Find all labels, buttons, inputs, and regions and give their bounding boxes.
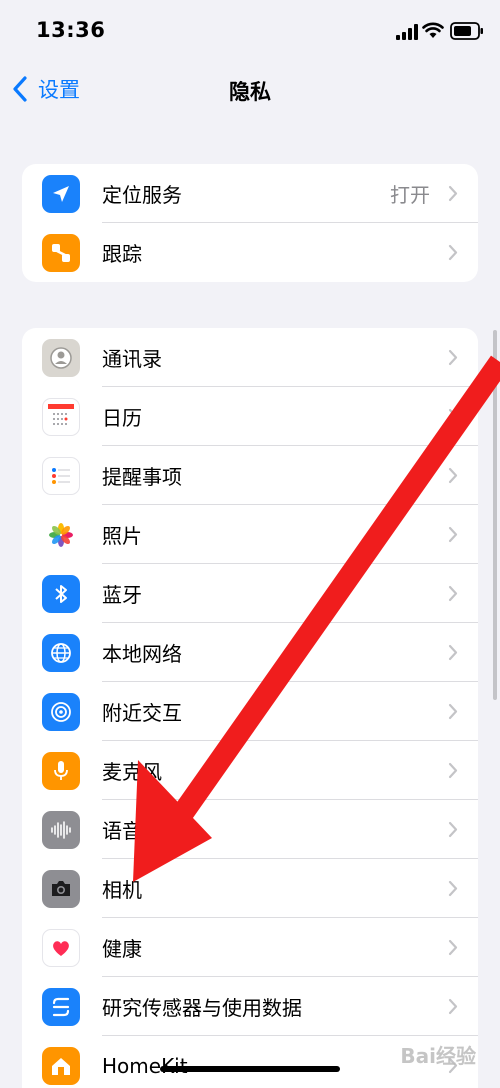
row-label: 定位服务 xyxy=(102,183,182,207)
row-calendar[interactable]: 日历 xyxy=(22,387,478,446)
status-time: 13:36 xyxy=(36,18,106,42)
microphone-icon xyxy=(42,752,80,790)
chevron-right-icon xyxy=(448,762,458,779)
reminders-icon xyxy=(42,457,80,495)
chevron-right-icon xyxy=(448,644,458,661)
chevron-right-icon xyxy=(448,408,458,425)
chevron-right-icon xyxy=(448,880,458,897)
camera-icon xyxy=(42,870,80,908)
row-nearby-interactions[interactable]: 附近交互 xyxy=(22,682,478,741)
row-health[interactable]: 健康 xyxy=(22,918,478,977)
row-label: 提醒事项 xyxy=(102,465,182,489)
row-camera[interactable]: 相机 xyxy=(22,859,478,918)
row-label: 相机 xyxy=(102,878,142,902)
row-label: 照片 xyxy=(102,524,142,548)
research-icon xyxy=(42,988,80,1026)
row-label: 健康 xyxy=(102,937,142,961)
status-bar: 13:36 xyxy=(0,0,500,60)
row-label: 蓝牙 xyxy=(102,583,142,607)
navigation-bar: 设置 隐私 xyxy=(0,62,500,116)
row-microphone[interactable]: 麦克风 xyxy=(22,741,478,800)
home-icon xyxy=(42,1047,80,1085)
row-tracking[interactable]: 跟踪 xyxy=(22,223,478,282)
row-speech-recognition[interactable]: 语音识别 xyxy=(22,800,478,859)
calendar-icon xyxy=(42,398,80,436)
wifi-icon xyxy=(422,22,444,38)
heart-icon xyxy=(42,929,80,967)
chevron-right-icon xyxy=(448,585,458,602)
row-label: 附近交互 xyxy=(102,701,182,725)
row-local-network[interactable]: 本地网络 xyxy=(22,623,478,682)
settings-group-location: 定位服务 打开 跟踪 xyxy=(22,164,478,282)
battery-icon xyxy=(450,22,483,40)
cellular-signal-icon xyxy=(396,24,418,40)
chevron-right-icon xyxy=(448,703,458,720)
page-title: 隐私 xyxy=(229,80,271,104)
row-label: 研究传感器与使用数据 xyxy=(102,996,302,1020)
scroll-indicator[interactable] xyxy=(493,330,497,700)
photos-icon xyxy=(42,516,80,554)
home-indicator[interactable] xyxy=(160,1066,340,1072)
chevron-right-icon xyxy=(448,998,458,1015)
row-label: 日历 xyxy=(102,406,142,430)
chevron-right-icon xyxy=(448,526,458,543)
chevron-right-icon xyxy=(448,244,458,261)
bluetooth-icon xyxy=(42,575,80,613)
watermark: Bai经验 xyxy=(400,1044,476,1068)
location-arrow-icon xyxy=(42,175,80,213)
row-label: 本地网络 xyxy=(102,642,182,666)
row-reminders[interactable]: 提醒事项 xyxy=(22,446,478,505)
row-label: 通讯录 xyxy=(102,347,162,371)
row-value: 打开 xyxy=(390,183,430,207)
waveform-icon xyxy=(42,811,80,849)
row-location-services[interactable]: 定位服务 打开 xyxy=(22,164,478,223)
chevron-right-icon xyxy=(448,467,458,484)
nearby-icon xyxy=(42,693,80,731)
row-research-sensor[interactable]: 研究传感器与使用数据 xyxy=(22,977,478,1036)
row-bluetooth[interactable]: 蓝牙 xyxy=(22,564,478,623)
row-label: 跟踪 xyxy=(102,242,142,266)
globe-icon xyxy=(42,634,80,672)
settings-group-permissions: 通讯录 日历 提醒事项 照片 蓝牙 本地网络 附近交互 麦克风 语音识别 相机 … xyxy=(22,328,478,1088)
row-label: 麦克风 xyxy=(102,760,162,784)
row-label: 语音识别 xyxy=(102,819,182,843)
tracking-icon xyxy=(42,234,80,272)
contacts-icon xyxy=(42,339,80,377)
chevron-right-icon xyxy=(448,349,458,366)
chevron-right-icon xyxy=(448,821,458,838)
chevron-right-icon xyxy=(448,185,458,202)
chevron-right-icon xyxy=(448,939,458,956)
row-photos[interactable]: 照片 xyxy=(22,505,478,564)
row-contacts[interactable]: 通讯录 xyxy=(22,328,478,387)
